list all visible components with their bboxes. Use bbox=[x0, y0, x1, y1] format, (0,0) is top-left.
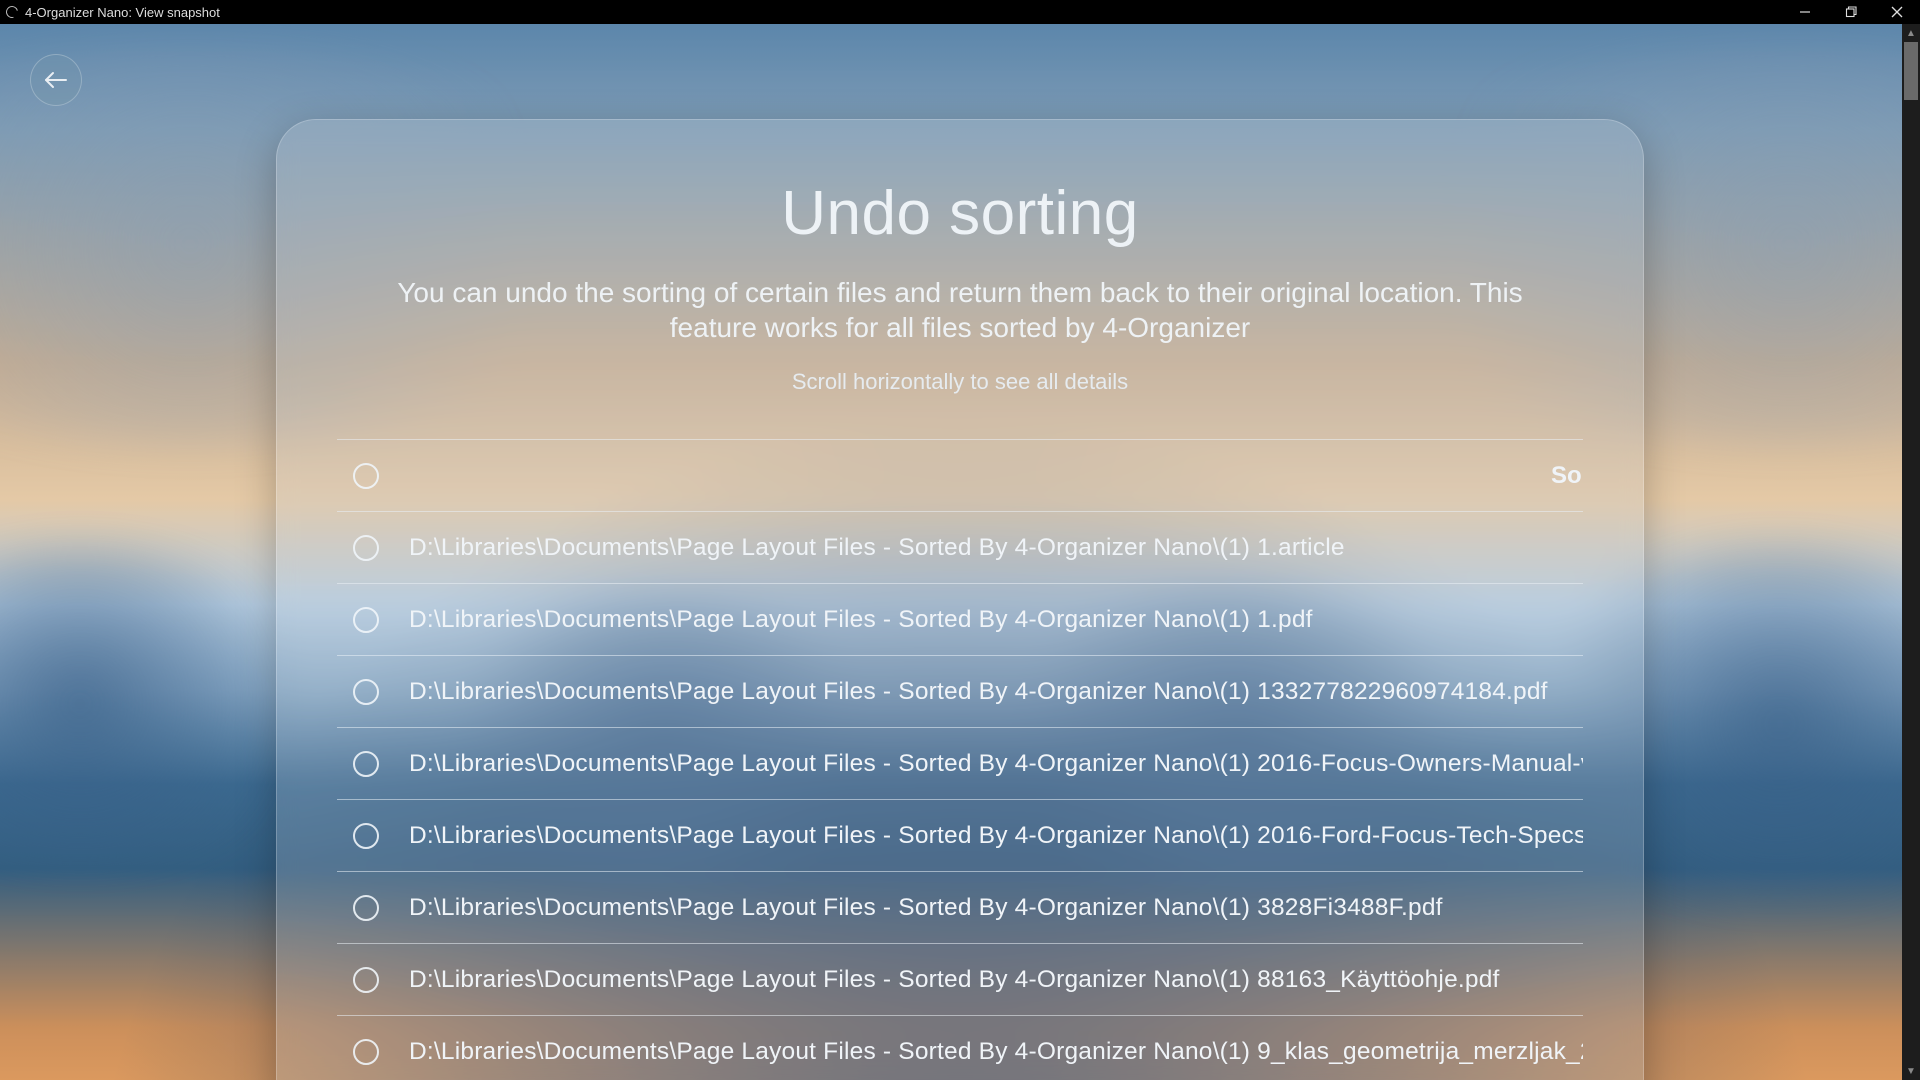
minimize-button[interactable] bbox=[1782, 0, 1828, 24]
file-path: D:\Libraries\Documents\Page Layout Files… bbox=[409, 822, 1583, 850]
table-row[interactable]: D:\Libraries\Documents\Page Layout Files… bbox=[337, 727, 1583, 799]
vertical-scrollbar[interactable]: ▲ ▼ bbox=[1902, 24, 1920, 1080]
file-table: So D:\Libraries\Documents\Page Layout Fi… bbox=[337, 439, 1583, 1080]
close-icon bbox=[1891, 6, 1903, 18]
file-path: D:\Libraries\Documents\Page Layout Files… bbox=[409, 678, 1548, 706]
file-path: D:\Libraries\Documents\Page Layout Files… bbox=[409, 750, 1583, 778]
app-icon bbox=[4, 4, 20, 20]
row-checkbox[interactable] bbox=[353, 895, 379, 921]
page-hint: Scroll horizontally to see all details bbox=[337, 369, 1583, 395]
table-row[interactable]: D:\Libraries\Documents\Page Layout Files… bbox=[337, 943, 1583, 1015]
window-titlebar: 4-Organizer Nano: View snapshot bbox=[0, 0, 1920, 24]
maximize-icon bbox=[1845, 6, 1857, 18]
select-all-checkbox[interactable] bbox=[353, 463, 379, 489]
maximize-button[interactable] bbox=[1828, 0, 1874, 24]
scroll-up-arrow-icon[interactable]: ▲ bbox=[1902, 24, 1920, 42]
scrollbar-thumb[interactable] bbox=[1904, 42, 1918, 100]
back-button[interactable] bbox=[30, 54, 82, 106]
table-header-right-clipped: So bbox=[1551, 462, 1583, 490]
row-checkbox[interactable] bbox=[353, 823, 379, 849]
main-card: Undo sorting You can undo the sorting of… bbox=[276, 119, 1644, 1080]
table-row[interactable]: D:\Libraries\Documents\Page Layout Files… bbox=[337, 655, 1583, 727]
file-path: D:\Libraries\Documents\Page Layout Files… bbox=[409, 534, 1345, 562]
table-header-row: So bbox=[337, 439, 1583, 511]
table-row[interactable]: D:\Libraries\Documents\Page Layout Files… bbox=[337, 799, 1583, 871]
row-checkbox[interactable] bbox=[353, 607, 379, 633]
table-row[interactable]: D:\Libraries\Documents\Page Layout Files… bbox=[337, 1015, 1583, 1080]
window-title: 4-Organizer Nano: View snapshot bbox=[25, 5, 220, 20]
table-row[interactable]: D:\Libraries\Documents\Page Layout Files… bbox=[337, 583, 1583, 655]
scroll-down-arrow-icon[interactable]: ▼ bbox=[1902, 1062, 1920, 1080]
table-row[interactable]: D:\Libraries\Documents\Page Layout Files… bbox=[337, 871, 1583, 943]
row-checkbox[interactable] bbox=[353, 535, 379, 561]
row-checkbox[interactable] bbox=[353, 679, 379, 705]
row-checkbox[interactable] bbox=[353, 967, 379, 993]
page-description: You can undo the sorting of certain file… bbox=[370, 275, 1550, 345]
arrow-left-icon bbox=[43, 71, 69, 89]
minimize-icon bbox=[1799, 6, 1811, 18]
close-button[interactable] bbox=[1874, 0, 1920, 24]
window-controls bbox=[1782, 0, 1920, 24]
app-stage: Undo sorting You can undo the sorting of… bbox=[0, 24, 1920, 1080]
scrollbar-track[interactable] bbox=[1902, 42, 1920, 1062]
file-path: D:\Libraries\Documents\Page Layout Files… bbox=[409, 606, 1313, 634]
file-path: D:\Libraries\Documents\Page Layout Files… bbox=[409, 1038, 1583, 1066]
table-row[interactable]: D:\Libraries\Documents\Page Layout Files… bbox=[337, 511, 1583, 583]
page-title: Undo sorting bbox=[337, 178, 1583, 249]
file-path: D:\Libraries\Documents\Page Layout Files… bbox=[409, 894, 1443, 922]
row-checkbox[interactable] bbox=[353, 1039, 379, 1065]
row-checkbox[interactable] bbox=[353, 751, 379, 777]
file-path: D:\Libraries\Documents\Page Layout Files… bbox=[409, 966, 1500, 994]
